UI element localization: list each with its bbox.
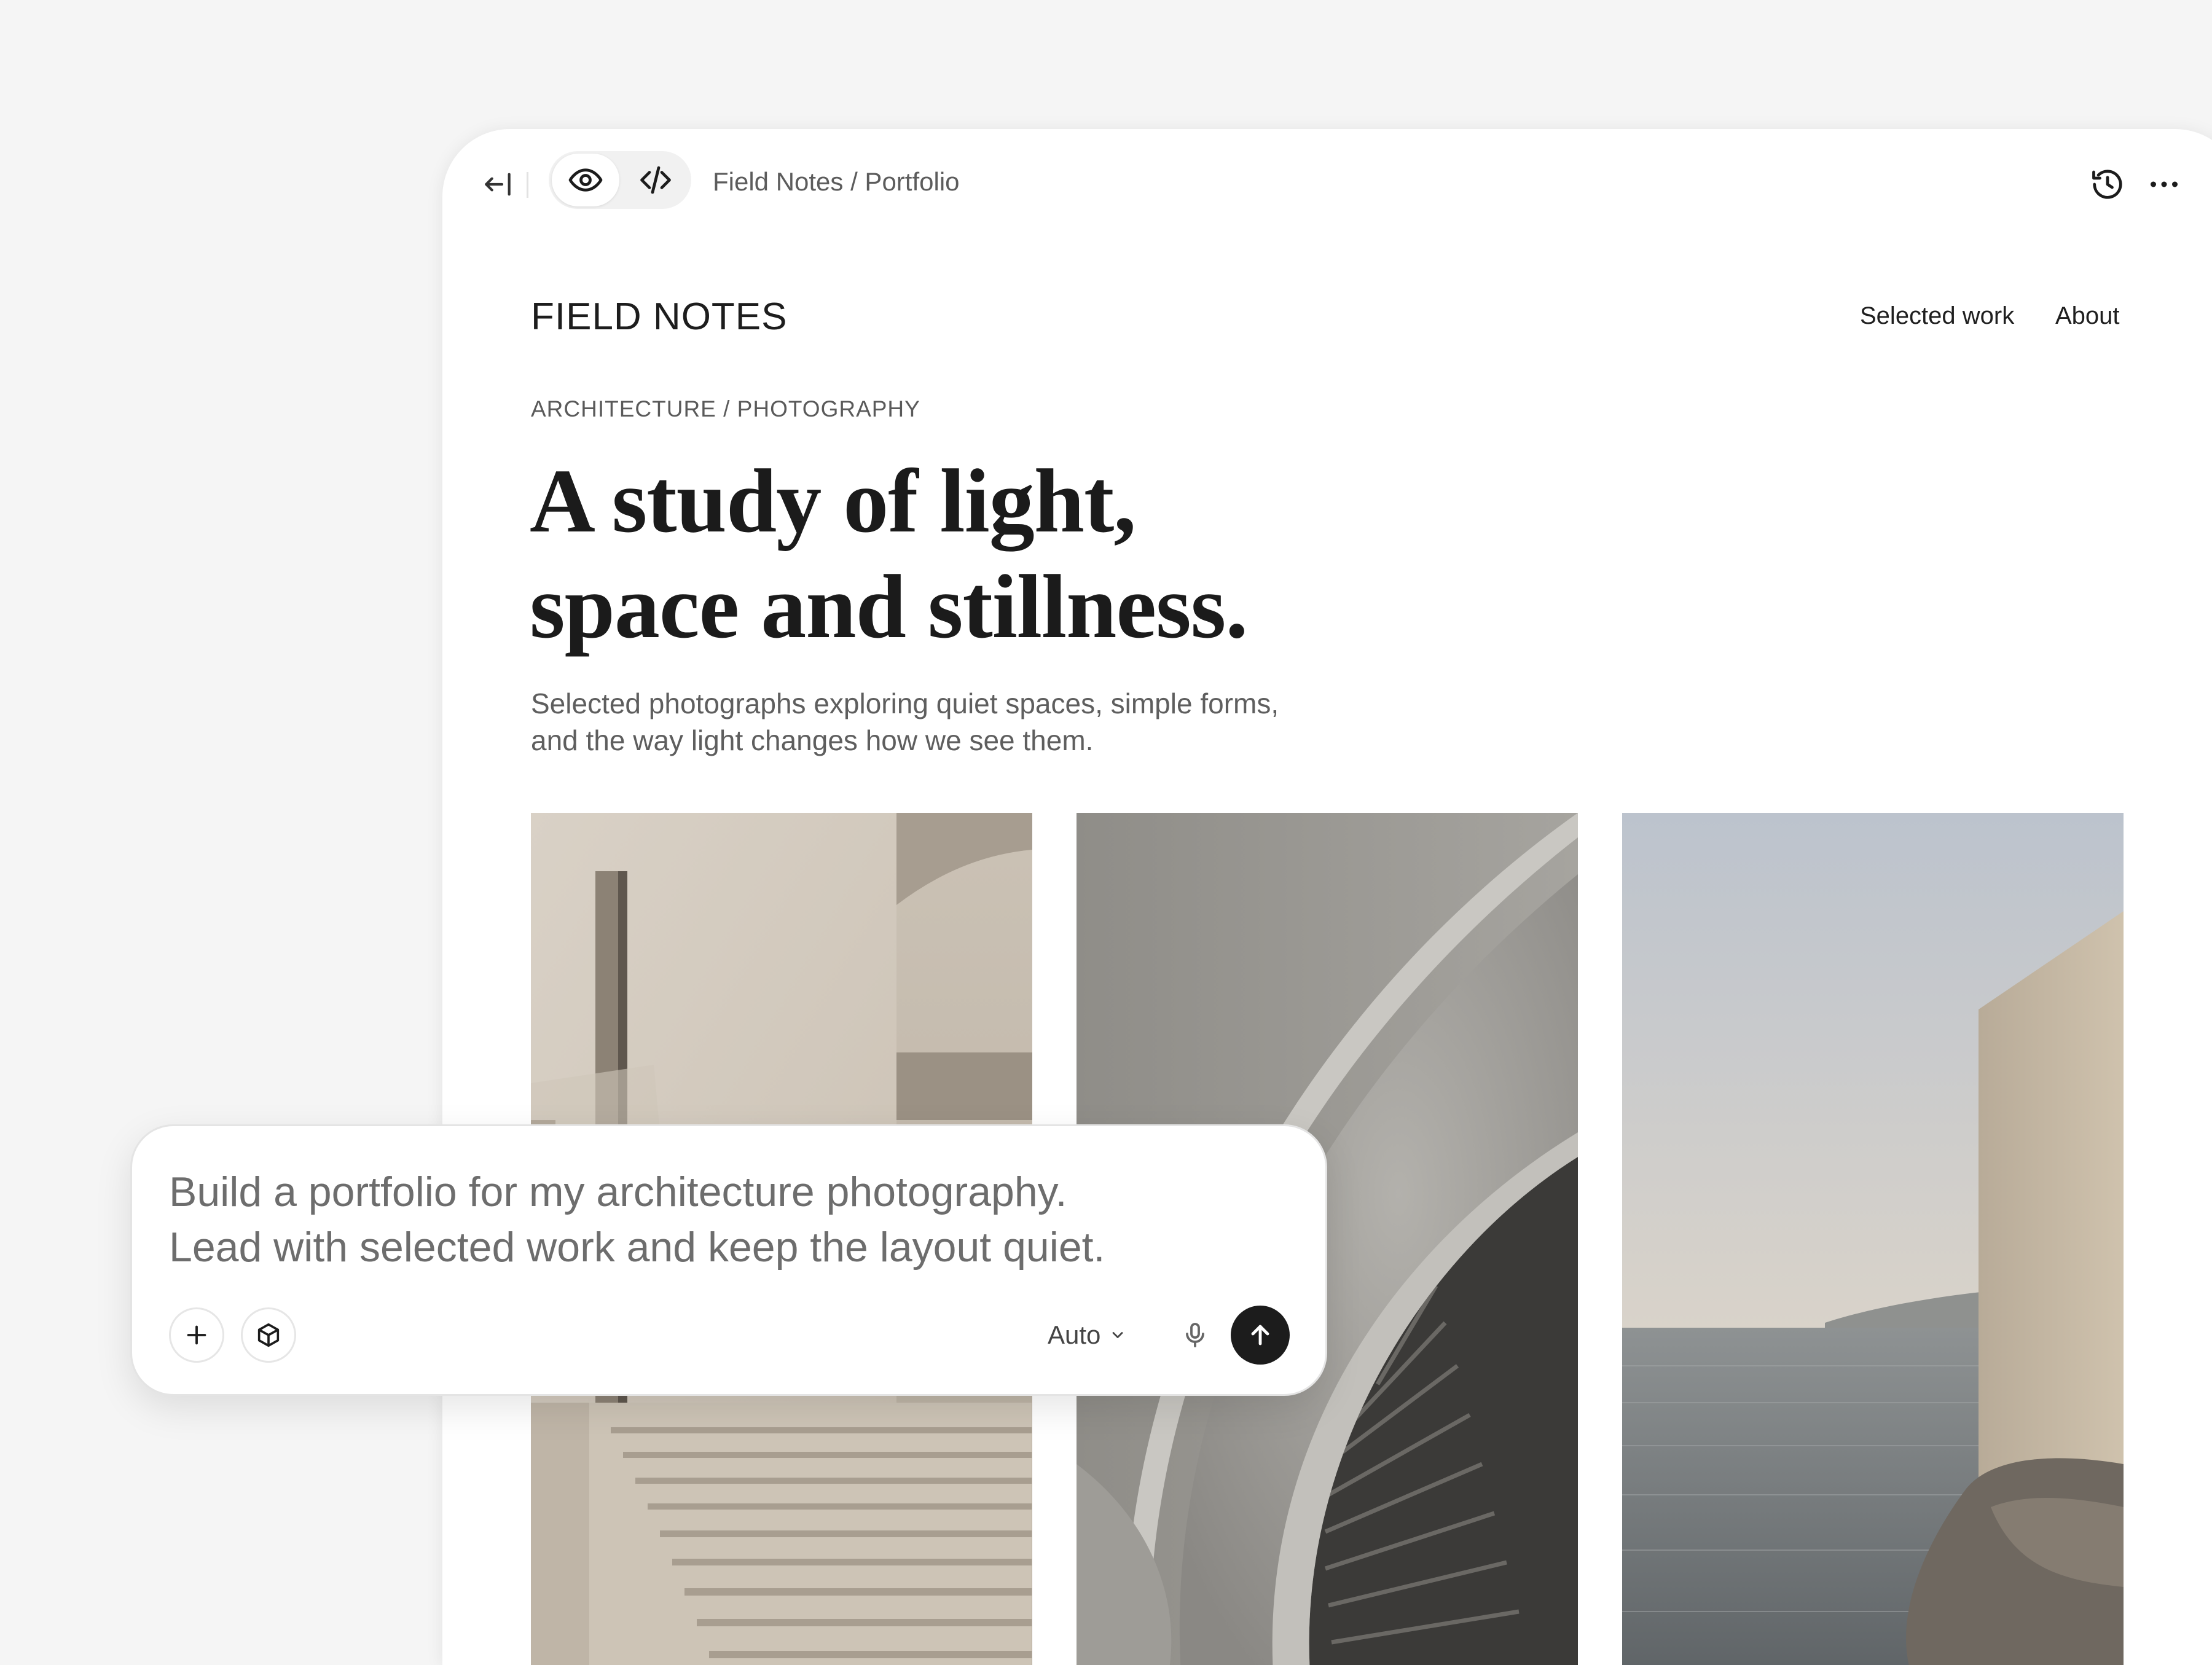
headline-line: A study of light, [530, 451, 1136, 552]
toolbar-divider [527, 172, 528, 198]
intro-text: Selected photographs exploring quiet spa… [531, 685, 1391, 759]
prompt-composer: Build a portfolio for my architecture ph… [130, 1124, 1327, 1396]
intro-line: and the way light changes how we see the… [531, 724, 1094, 756]
breadcrumb: Field Notes / Portfolio [713, 167, 960, 196]
prompt-input[interactable]: Build a portfolio for my architecture ph… [169, 1164, 1275, 1275]
page-headline: A study of light, space and stillness. [530, 449, 1451, 660]
more-horizontal-icon[interactable] [2136, 157, 2192, 212]
plus-icon[interactable] [169, 1307, 224, 1363]
nav-link-selected-work[interactable]: Selected work [1860, 302, 2014, 330]
chevron-down-icon [1109, 1317, 1126, 1354]
microphone-icon[interactable] [1171, 1310, 1220, 1360]
intro-line: Selected photographs exploring quiet spa… [531, 688, 1279, 719]
arrow-up-icon[interactable] [1231, 1306, 1290, 1365]
prompt-line: Build a portfolio for my architecture ph… [169, 1169, 1067, 1215]
cube-icon[interactable] [241, 1307, 296, 1363]
nav-link-about[interactable]: About [2055, 302, 2120, 330]
eyebrow-label: ARCHITECTURE / PHOTOGRAPHY [531, 396, 920, 421]
mode-selector[interactable]: Auto [1048, 1317, 1126, 1354]
collapse-left-icon[interactable] [470, 157, 525, 212]
app-window: Field Notes / Portfolio FIELD NOTES Sele… [442, 129, 2212, 1665]
history-icon[interactable] [2080, 157, 2135, 212]
sea-wall-photo[interactable] [1622, 813, 2124, 1665]
headline-line: space and stillness. [530, 557, 1248, 657]
site-logo[interactable]: FIELD NOTES [531, 295, 788, 339]
mode-label: Auto [1048, 1320, 1101, 1349]
prompt-line: Lead with selected work and keep the lay… [169, 1224, 1105, 1271]
eye-icon[interactable] [552, 154, 619, 206]
code-icon[interactable] [622, 154, 689, 206]
toolbar: Field Notes / Portfolio [442, 129, 2212, 233]
